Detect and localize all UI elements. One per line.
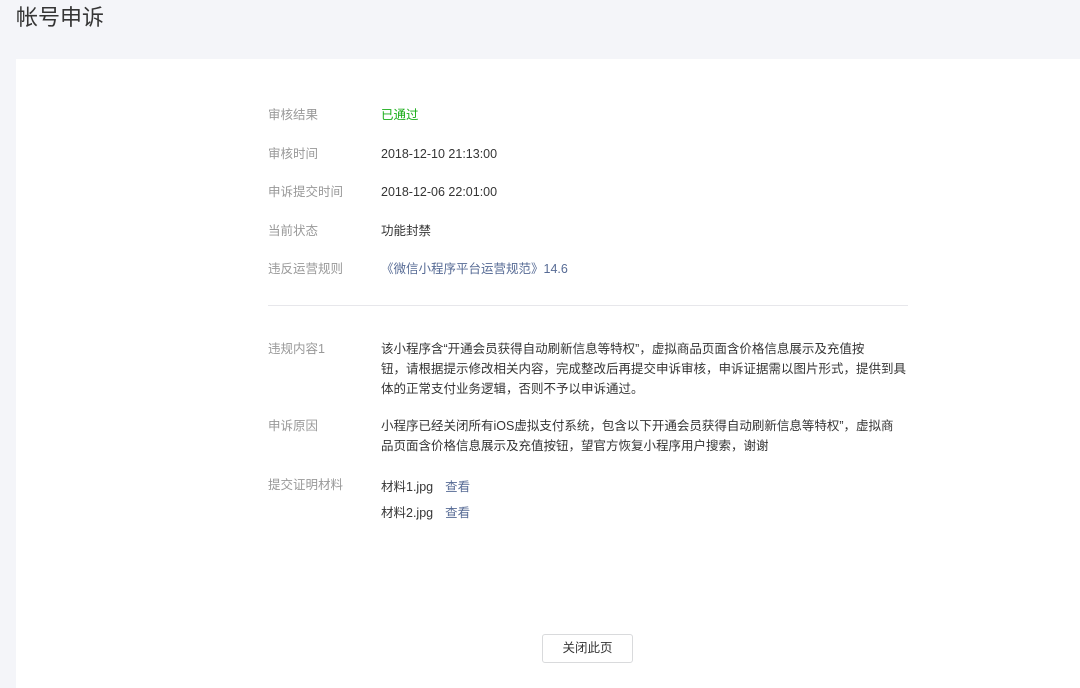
violation-content-text: 该小程序含“开通会员获得自动刷新信息等特权”，虚拟商品页面含价格信息展示及充值按… xyxy=(381,339,908,399)
row-current-status: 当前状态 功能封禁 xyxy=(268,220,908,259)
appeal-detail-card: 审核结果 已通过 审核时间 2018-12-10 21:13:00 申诉提交时间… xyxy=(16,59,1080,688)
evidence-file-list: 材料1.jpg 查看 材料2.jpg 查看 xyxy=(381,474,908,526)
evidence-label: 提交证明材料 xyxy=(268,477,344,492)
page-title: 帐号申诉 xyxy=(16,5,105,30)
evidence-file-item: 材料1.jpg 查看 xyxy=(381,474,908,500)
row-review-time: 审核时间 2018-12-10 21:13:00 xyxy=(268,143,908,182)
violated-rule-link[interactable]: 《微信小程序平台运营规范》14.6 xyxy=(381,262,568,276)
appeal-reason-line: 小程序已经关闭所有iOS虚拟支付系统，包含以下开通会员获得自动刷新信息等特权”，… xyxy=(381,418,894,433)
violated-rule-label: 违反运营规则 xyxy=(268,262,344,276)
row-review-result: 审核结果 已通过 xyxy=(268,104,908,143)
appeal-reason-label: 申诉原因 xyxy=(268,418,319,433)
row-appeal-reason: 申诉原因 小程序已经关闭所有iOS虚拟支付系统，包含以下开通会员获得自动刷新信息… xyxy=(268,416,908,456)
violated-rule-value: 《微信小程序平台运营规范》14.6 xyxy=(381,258,908,297)
view-file-link[interactable]: 查看 xyxy=(445,480,470,494)
submit-time-value: 2018-12-06 22:01:00 xyxy=(381,185,498,199)
row-violated-rule: 违反运营规则 《微信小程序平台运营规范》14.6 xyxy=(268,258,908,297)
appeal-reason-line: 品页面含价格信息展示及充值按钮，望官方恢复小程序用户搜索，谢谢 xyxy=(381,438,769,453)
appeal-detail-form: 审核结果 已通过 审核时间 2018-12-10 21:13:00 申诉提交时间… xyxy=(268,104,908,526)
violation-content-line: 该小程序含“开通会员获得自动刷新信息等特权”，虚拟商品页面含价格信息展示及充值按 xyxy=(381,341,865,356)
evidence-file-name: 材料1.jpg xyxy=(381,479,434,494)
current-status-label: 当前状态 xyxy=(268,223,319,238)
evidence-file-item: 材料2.jpg 查看 xyxy=(381,500,908,526)
appeal-reason-text: 小程序已经关闭所有iOS虚拟支付系统，包含以下开通会员获得自动刷新信息等特权”，… xyxy=(381,416,908,456)
review-time-value: 2018-12-10 21:13:00 xyxy=(381,146,498,161)
row-submit-time: 申诉提交时间 2018-12-06 22:01:00 xyxy=(268,181,908,220)
row-violation-content: 违规内容1 该小程序含“开通会员获得自动刷新信息等特权”，虚拟商品页面含价格信息… xyxy=(268,339,908,399)
violation-content-line: 体的正常支付业务逻辑，否则不予以申诉通过。 xyxy=(381,381,644,396)
violation-content-line: 钮，请根据提示修改相关内容，完成整改后再提交申诉审核，申诉证据需以图片形式，提供… xyxy=(381,361,907,376)
review-time-label: 审核时间 xyxy=(268,146,319,161)
section-divider xyxy=(268,304,908,306)
evidence-file-name: 材料2.jpg xyxy=(381,505,434,520)
review-result-label: 审核结果 xyxy=(268,108,319,122)
violation-content-label: 违规内容1 xyxy=(268,341,325,356)
review-result-status: 已通过 xyxy=(381,108,419,122)
current-status-value: 功能封禁 xyxy=(381,223,432,238)
row-evidence: 提交证明材料 材料1.jpg 查看 材料2.jpg 查看 xyxy=(268,475,908,526)
submit-time-label: 申诉提交时间 xyxy=(268,185,344,199)
close-page-button[interactable]: 关闭此页 xyxy=(542,634,633,663)
view-file-link[interactable]: 查看 xyxy=(445,506,470,520)
